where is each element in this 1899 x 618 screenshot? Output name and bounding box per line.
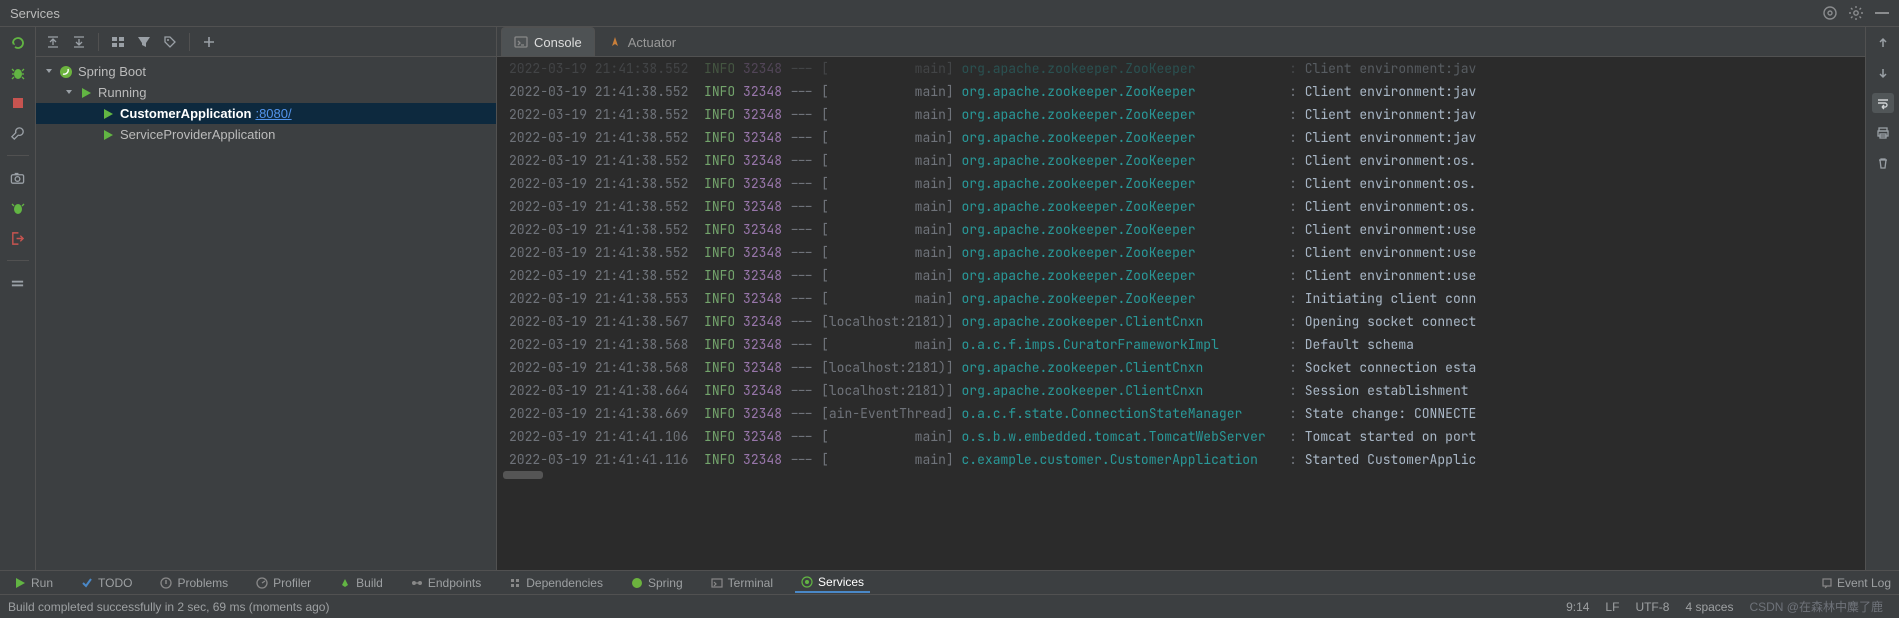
horizontal-scrollbar[interactable]: [497, 471, 1865, 481]
print-icon[interactable]: [1872, 123, 1894, 143]
tw-event-log[interactable]: Event Log: [1821, 576, 1891, 590]
filter-icon[interactable]: [133, 31, 155, 53]
log-pane[interactable]: 2022-03-19 21:41:38.552 INFO 32348 --- […: [497, 57, 1865, 570]
trash-icon[interactable]: [1872, 153, 1894, 173]
tree-app-customer[interactable]: CustomerApplication :8080/: [36, 103, 496, 124]
tab-console-label: Console: [534, 35, 582, 50]
status-bar: Build completed successfully in 2 sec, 6…: [0, 594, 1899, 618]
tree-running-label: Running: [98, 85, 146, 100]
hide-icon[interactable]: [1871, 2, 1893, 24]
wrench-icon[interactable]: [7, 123, 29, 143]
expand-all-icon[interactable]: [42, 31, 64, 53]
layout-icon[interactable]: [7, 273, 29, 293]
log-line: 2022-03-19 21:41:38.552 INFO 32348 --- […: [509, 126, 1857, 149]
toolwindow-bar: Run TODO Problems Profiler Build Endpoin…: [0, 570, 1899, 594]
tw-terminal[interactable]: Terminal: [705, 574, 779, 592]
soft-wrap-icon[interactable]: [1872, 93, 1894, 113]
tw-run[interactable]: Run: [8, 574, 59, 592]
run-icon: [100, 127, 116, 143]
status-line-sep[interactable]: LF: [1597, 600, 1627, 614]
left-gutter: [0, 27, 36, 570]
app-customer-port[interactable]: :8080/: [255, 106, 291, 121]
main-area: Spring Boot Running CustomerApplication …: [0, 27, 1899, 570]
exit-icon[interactable]: [7, 228, 29, 248]
services-toolbar: [36, 27, 496, 57]
console-area: Console Actuator 2022-03-19 21:41:38.552…: [496, 27, 1899, 570]
tag-icon[interactable]: [159, 31, 181, 53]
tab-actuator-label: Actuator: [628, 35, 676, 50]
tw-dependencies[interactable]: Dependencies: [503, 574, 609, 592]
gear-icon[interactable]: [1845, 2, 1867, 24]
log-line: 2022-03-19 21:41:38.552 INFO 32348 --- […: [509, 218, 1857, 241]
run-icon: [100, 106, 116, 122]
app-customer-name: CustomerApplication: [120, 106, 251, 121]
log-line: 2022-03-19 21:41:38.552 INFO 32348 --- […: [509, 80, 1857, 103]
services-tree[interactable]: Spring Boot Running CustomerApplication …: [36, 57, 496, 570]
tree-app-service-provider[interactable]: ServiceProviderApplication: [36, 124, 496, 145]
spring-icon: [58, 64, 74, 80]
services-header: Services: [0, 0, 1899, 27]
log-line: 2022-03-19 21:41:38.664 INFO 32348 --- […: [509, 379, 1857, 402]
watermark: CSDN @在森林中麋了鹿: [1741, 598, 1891, 615]
tw-endpoints[interactable]: Endpoints: [405, 574, 487, 592]
rerun-icon[interactable]: [7, 33, 29, 53]
status-encoding[interactable]: UTF-8: [1627, 600, 1677, 614]
log-line: 2022-03-19 21:41:38.552 INFO 32348 --- […: [509, 264, 1857, 287]
tree-running[interactable]: Running: [36, 82, 496, 103]
tw-todo[interactable]: TODO: [75, 574, 138, 592]
group-icon[interactable]: [107, 31, 129, 53]
log-line: 2022-03-19 21:41:41.116 INFO 32348 --- […: [509, 448, 1857, 471]
right-gutter: [1865, 27, 1899, 570]
console-tabs: Console Actuator: [497, 27, 1865, 57]
log-line: 2022-03-19 21:41:38.552 INFO 32348 --- […: [509, 103, 1857, 126]
tw-spring[interactable]: Spring: [625, 574, 689, 592]
scroll-down-icon[interactable]: [1872, 63, 1894, 83]
log-line: 2022-03-19 21:41:38.552 INFO 32348 --- […: [509, 172, 1857, 195]
status-build-msg: Build completed successfully in 2 sec, 6…: [8, 600, 329, 614]
app-service-provider-name: ServiceProviderApplication: [120, 127, 275, 142]
log-line: 2022-03-19 21:41:38.553 INFO 32348 --- […: [509, 287, 1857, 310]
camera-icon[interactable]: [7, 168, 29, 188]
tw-problems[interactable]: Problems: [154, 574, 234, 592]
debug-icon[interactable]: [7, 198, 29, 218]
log-line: 2022-03-19 21:41:38.552 INFO 32348 --- […: [509, 241, 1857, 264]
log-line: 2022-03-19 21:41:38.568 INFO 32348 --- […: [509, 333, 1857, 356]
tab-console[interactable]: Console: [501, 27, 595, 56]
services-panel: Spring Boot Running CustomerApplication …: [36, 27, 496, 570]
status-caret-pos[interactable]: 9:14: [1558, 600, 1597, 614]
collapse-all-icon[interactable]: [68, 31, 90, 53]
log-line: 2022-03-19 21:41:38.552 INFO 32348 --- […: [509, 195, 1857, 218]
run-icon: [78, 85, 94, 101]
tw-build[interactable]: Build: [333, 574, 389, 592]
log-line: 2022-03-19 21:41:38.568 INFO 32348 --- […: [509, 356, 1857, 379]
target-icon[interactable]: [1819, 2, 1841, 24]
stop-icon[interactable]: [7, 93, 29, 113]
log-line: 2022-03-19 21:41:38.669 INFO 32348 --- […: [509, 402, 1857, 425]
log-line: 2022-03-19 21:41:41.106 INFO 32348 --- […: [509, 425, 1857, 448]
tab-actuator[interactable]: Actuator: [595, 27, 689, 56]
status-indent[interactable]: 4 spaces: [1677, 600, 1741, 614]
log-line: 2022-03-19 21:41:38.552 INFO 32348 --- […: [509, 149, 1857, 172]
debug-rerun-icon[interactable]: [7, 63, 29, 83]
tree-root-springboot[interactable]: Spring Boot: [36, 61, 496, 82]
tree-root-label: Spring Boot: [78, 64, 146, 79]
tw-services[interactable]: Services: [795, 573, 870, 593]
log-line: 2022-03-19 21:41:38.567 INFO 32348 --- […: [509, 310, 1857, 333]
scroll-up-icon[interactable]: [1872, 33, 1894, 53]
tw-profiler[interactable]: Profiler: [250, 574, 317, 592]
add-icon[interactable]: [198, 31, 220, 53]
services-title: Services: [6, 6, 60, 21]
